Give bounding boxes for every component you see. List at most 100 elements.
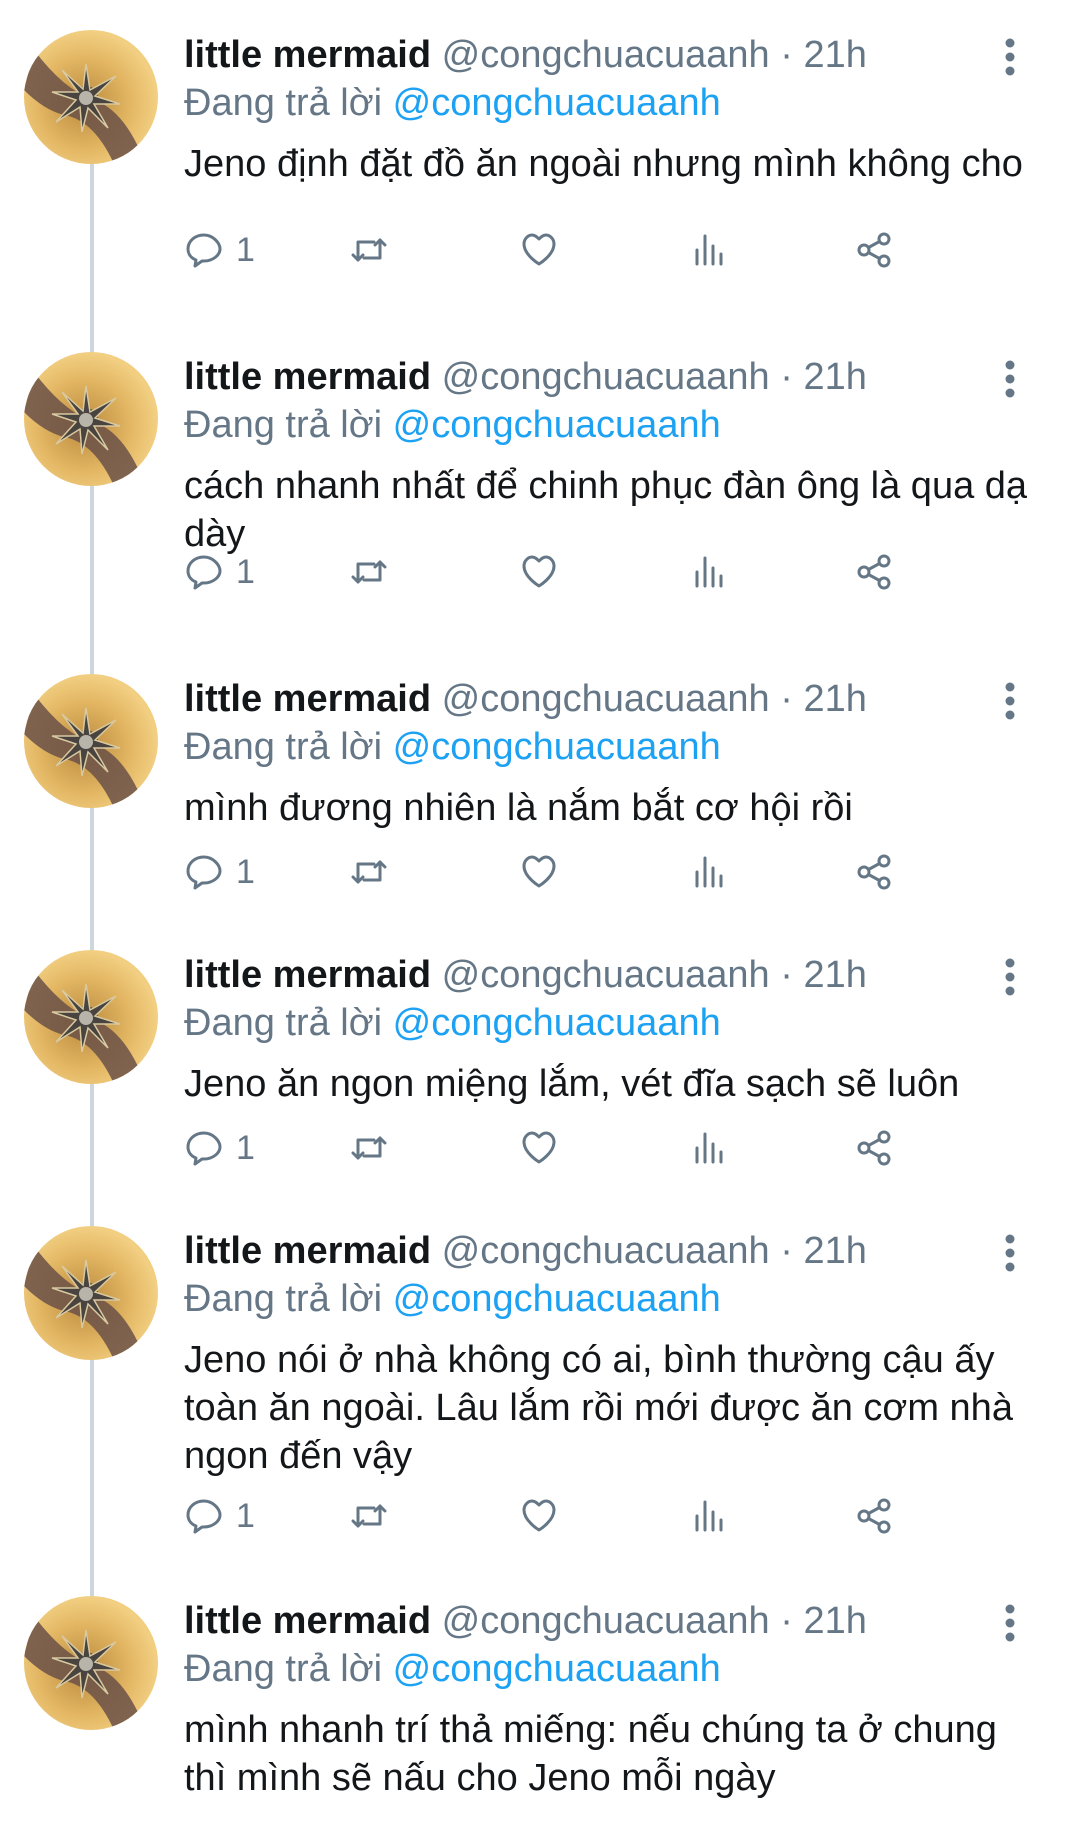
more-vertical-icon xyxy=(1005,1234,1015,1272)
reply-button[interactable]: 1 xyxy=(184,220,255,280)
tweet-header: little mermaid @congchuacuaanh · 21h xyxy=(184,674,1020,724)
author-handle[interactable]: @congchuacuaanh xyxy=(442,954,770,996)
retweet-button[interactable] xyxy=(349,842,389,902)
timestamp[interactable]: 21h xyxy=(803,356,866,398)
tweet-header: little mermaid @congchuacuaanh · 21h xyxy=(184,1596,1020,1646)
reply-icon xyxy=(186,1499,222,1534)
avatar[interactable] xyxy=(24,30,158,164)
replying-to: Đang trả lời @congchuacuaanh xyxy=(184,78,721,128)
like-button[interactable] xyxy=(519,542,559,602)
reply-button[interactable]: 1 xyxy=(184,542,255,602)
tweet-thread: little mermaid @congchuacuaanh · 21h Đan… xyxy=(0,0,1080,1826)
retweet-button[interactable] xyxy=(349,1118,389,1178)
more-vertical-icon xyxy=(1005,1604,1015,1642)
replying-to-mention[interactable]: @congchuacuaanh xyxy=(393,726,721,768)
retweet-button[interactable] xyxy=(349,542,389,602)
analytics-icon xyxy=(695,234,723,266)
avatar[interactable] xyxy=(24,1226,158,1360)
author-name[interactable]: little mermaid xyxy=(184,34,431,76)
avatar[interactable] xyxy=(24,674,158,808)
avatar[interactable] xyxy=(24,950,158,1084)
author-name[interactable]: little mermaid xyxy=(184,954,431,996)
analytics-button[interactable] xyxy=(689,542,729,602)
analytics-button[interactable] xyxy=(689,1118,729,1178)
replying-to: Đang trả lời @congchuacuaanh xyxy=(184,1644,721,1694)
separator: · xyxy=(780,1230,793,1272)
replying-to-label: Đang trả lời xyxy=(184,404,383,446)
tweet[interactable]: little mermaid @congchuacuaanh · 21h Đan… xyxy=(0,1226,1080,1576)
author-name[interactable]: little mermaid xyxy=(184,1600,431,1642)
retweet-button[interactable] xyxy=(349,1486,389,1546)
more-options-button[interactable] xyxy=(988,32,1032,82)
avatar-image xyxy=(24,970,144,1084)
retweet-icon xyxy=(351,560,387,584)
author-handle[interactable]: @congchuacuaanh xyxy=(442,356,770,398)
replying-to-mention[interactable]: @congchuacuaanh xyxy=(393,82,721,124)
timestamp[interactable]: 21h xyxy=(803,1230,866,1272)
separator: · xyxy=(780,954,793,996)
share-button[interactable] xyxy=(854,1118,894,1178)
retweet-icon xyxy=(351,238,387,262)
analytics-button[interactable] xyxy=(689,1486,729,1546)
reply-button[interactable]: 1 xyxy=(184,1486,255,1546)
replying-to: Đang trả lời @congchuacuaanh xyxy=(184,1274,721,1324)
more-vertical-icon xyxy=(1005,682,1015,720)
tweet-text: Jeno ăn ngon miệng lắm, vét đĩa sạch sẽ … xyxy=(184,1063,960,1105)
like-button[interactable] xyxy=(519,1118,559,1178)
reply-button[interactable]: 1 xyxy=(184,1118,255,1178)
reply-button[interactable]: 1 xyxy=(184,842,255,902)
author-name[interactable]: little mermaid xyxy=(184,1230,431,1272)
reply-icon xyxy=(186,1131,222,1166)
timestamp[interactable]: 21h xyxy=(803,1600,866,1642)
retweet-button[interactable] xyxy=(349,220,389,280)
like-button[interactable] xyxy=(519,1486,559,1546)
replying-to: Đang trả lời @congchuacuaanh xyxy=(184,722,721,772)
tweet[interactable]: little mermaid @congchuacuaanh · 21h Đan… xyxy=(0,352,1080,652)
share-button[interactable] xyxy=(854,542,894,602)
tweet-actions: 1 xyxy=(184,1118,1024,1178)
author-name[interactable]: little mermaid xyxy=(184,678,431,720)
like-button[interactable] xyxy=(519,220,559,280)
replying-to-mention[interactable]: @congchuacuaanh xyxy=(393,1648,721,1690)
more-options-button[interactable] xyxy=(988,1228,1032,1278)
reply-icon xyxy=(186,233,222,268)
share-button[interactable] xyxy=(854,220,894,280)
heart-icon xyxy=(522,1499,556,1532)
tweet[interactable]: little mermaid @congchuacuaanh · 21h Đan… xyxy=(0,1596,1080,1826)
avatar[interactable] xyxy=(24,1596,158,1730)
author-handle[interactable]: @congchuacuaanh xyxy=(442,1230,770,1272)
analytics-button[interactable] xyxy=(689,842,729,902)
replying-to-mention[interactable]: @congchuacuaanh xyxy=(393,1278,721,1320)
more-options-button[interactable] xyxy=(988,354,1032,404)
more-options-button[interactable] xyxy=(988,1598,1032,1648)
tweet[interactable]: little mermaid @congchuacuaanh · 21h Đan… xyxy=(0,950,1080,1200)
timestamp[interactable]: 21h xyxy=(803,954,866,996)
replying-to-mention[interactable]: @congchuacuaanh xyxy=(393,404,721,446)
author-handle[interactable]: @congchuacuaanh xyxy=(442,678,770,720)
share-icon xyxy=(857,1130,891,1166)
author-handle[interactable]: @congchuacuaanh xyxy=(442,34,770,76)
analytics-icon xyxy=(695,1132,723,1164)
timestamp[interactable]: 21h xyxy=(803,678,866,720)
more-options-button[interactable] xyxy=(988,952,1032,1002)
retweet-icon xyxy=(351,860,387,884)
more-vertical-icon xyxy=(1005,958,1015,996)
author-name[interactable]: little mermaid xyxy=(184,356,431,398)
author-handle[interactable]: @congchuacuaanh xyxy=(442,1600,770,1642)
avatar[interactable] xyxy=(24,352,158,486)
share-icon xyxy=(857,554,891,590)
more-options-button[interactable] xyxy=(988,676,1032,726)
reply-count: 1 xyxy=(236,1496,255,1535)
timestamp[interactable]: 21h xyxy=(803,34,866,76)
tweet[interactable]: little mermaid @congchuacuaanh · 21h Đan… xyxy=(0,30,1080,330)
reply-count: 1 xyxy=(236,852,255,891)
tweet-header: little mermaid @congchuacuaanh · 21h xyxy=(184,352,1020,402)
share-button[interactable] xyxy=(854,842,894,902)
reply-icon xyxy=(186,555,222,590)
share-button[interactable] xyxy=(854,1486,894,1546)
tweet[interactable]: little mermaid @congchuacuaanh · 21h Đan… xyxy=(0,674,1080,924)
replying-to-mention[interactable]: @congchuacuaanh xyxy=(393,1002,721,1044)
retweet-icon xyxy=(351,1504,387,1528)
analytics-button[interactable] xyxy=(689,220,729,280)
like-button[interactable] xyxy=(519,842,559,902)
